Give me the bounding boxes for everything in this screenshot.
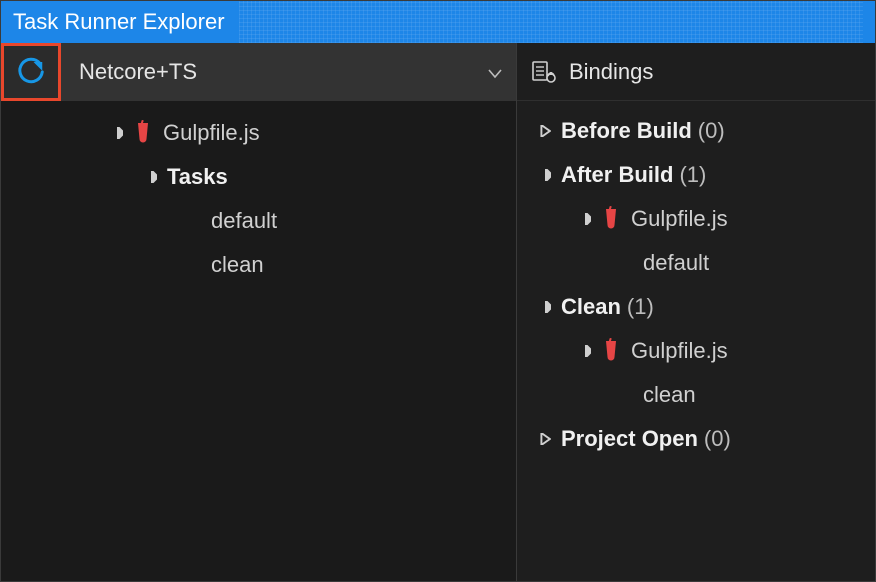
expander-open-icon[interactable] xyxy=(535,297,555,317)
binding-group-count: (0) xyxy=(704,426,731,452)
chevron-down-icon xyxy=(488,59,502,85)
task-item[interactable]: clean xyxy=(61,243,516,287)
binding-group-label: Clean xyxy=(561,294,621,320)
binding-file-node[interactable]: Gulpfile.js xyxy=(517,329,875,373)
window-title: Task Runner Explorer xyxy=(13,9,225,35)
bindings-icon xyxy=(531,59,557,85)
binding-file-label: Gulpfile.js xyxy=(631,206,728,232)
expander-open-icon[interactable] xyxy=(535,165,555,185)
binding-group-count: (1) xyxy=(627,294,654,320)
binding-group[interactable]: Clean (1) xyxy=(517,285,875,329)
binding-group-label: After Build xyxy=(561,162,673,188)
tasks-label: Tasks xyxy=(167,164,228,190)
tree-file-node[interactable]: Gulpfile.js xyxy=(61,111,516,155)
refresh-button[interactable] xyxy=(1,43,61,101)
titlebar-grip xyxy=(239,1,863,43)
task-item[interactable]: default xyxy=(61,199,516,243)
task-runner-explorer-window: Task Runner Explorer Netcore+TS Gulpfile… xyxy=(0,0,876,582)
bindings-title: Bindings xyxy=(569,59,653,85)
panel-body: Netcore+TS Gulpfile.js Tasks default xyxy=(1,43,875,581)
binding-task-node[interactable]: default xyxy=(517,241,875,285)
task-name: clean xyxy=(211,252,264,278)
tasks-tree: Gulpfile.js Tasks default clean xyxy=(61,101,516,287)
binding-group-count: (0) xyxy=(698,118,725,144)
bindings-tree: Before Build (0) After Build (1) Gulpfil… xyxy=(517,101,875,461)
task-name: default xyxy=(211,208,277,234)
expander-open-icon[interactable] xyxy=(575,209,595,229)
expander-open-icon[interactable] xyxy=(107,123,127,143)
binding-group[interactable]: Before Build (0) xyxy=(517,109,875,153)
tree-tasks-node[interactable]: Tasks xyxy=(61,155,516,199)
bindings-header: Bindings xyxy=(517,43,875,101)
binding-group[interactable]: After Build (1) xyxy=(517,153,875,197)
refresh-icon xyxy=(16,57,46,87)
expander-closed-icon[interactable] xyxy=(535,121,555,141)
bindings-panel: Bindings Before Build (0) After Build (1… xyxy=(517,43,875,581)
titlebar: Task Runner Explorer xyxy=(1,1,875,43)
binding-file-node[interactable]: Gulpfile.js xyxy=(517,197,875,241)
gulp-icon xyxy=(601,206,621,232)
binding-task-label: clean xyxy=(643,382,696,408)
binding-task-node[interactable]: clean xyxy=(517,373,875,417)
file-label: Gulpfile.js xyxy=(163,120,260,146)
tasks-panel: Netcore+TS Gulpfile.js Tasks default xyxy=(61,43,517,581)
binding-group-count: (1) xyxy=(679,162,706,188)
expander-open-icon[interactable] xyxy=(575,341,595,361)
gulp-icon xyxy=(133,120,153,146)
toolbar-column xyxy=(1,43,61,581)
project-selector[interactable]: Netcore+TS xyxy=(61,43,516,101)
binding-group[interactable]: Project Open (0) xyxy=(517,417,875,461)
expander-closed-icon[interactable] xyxy=(535,429,555,449)
binding-task-label: default xyxy=(643,250,709,276)
gulp-icon xyxy=(601,338,621,364)
binding-file-label: Gulpfile.js xyxy=(631,338,728,364)
project-name: Netcore+TS xyxy=(79,59,488,85)
binding-group-label: Project Open xyxy=(561,426,698,452)
expander-open-icon[interactable] xyxy=(141,167,161,187)
binding-group-label: Before Build xyxy=(561,118,692,144)
